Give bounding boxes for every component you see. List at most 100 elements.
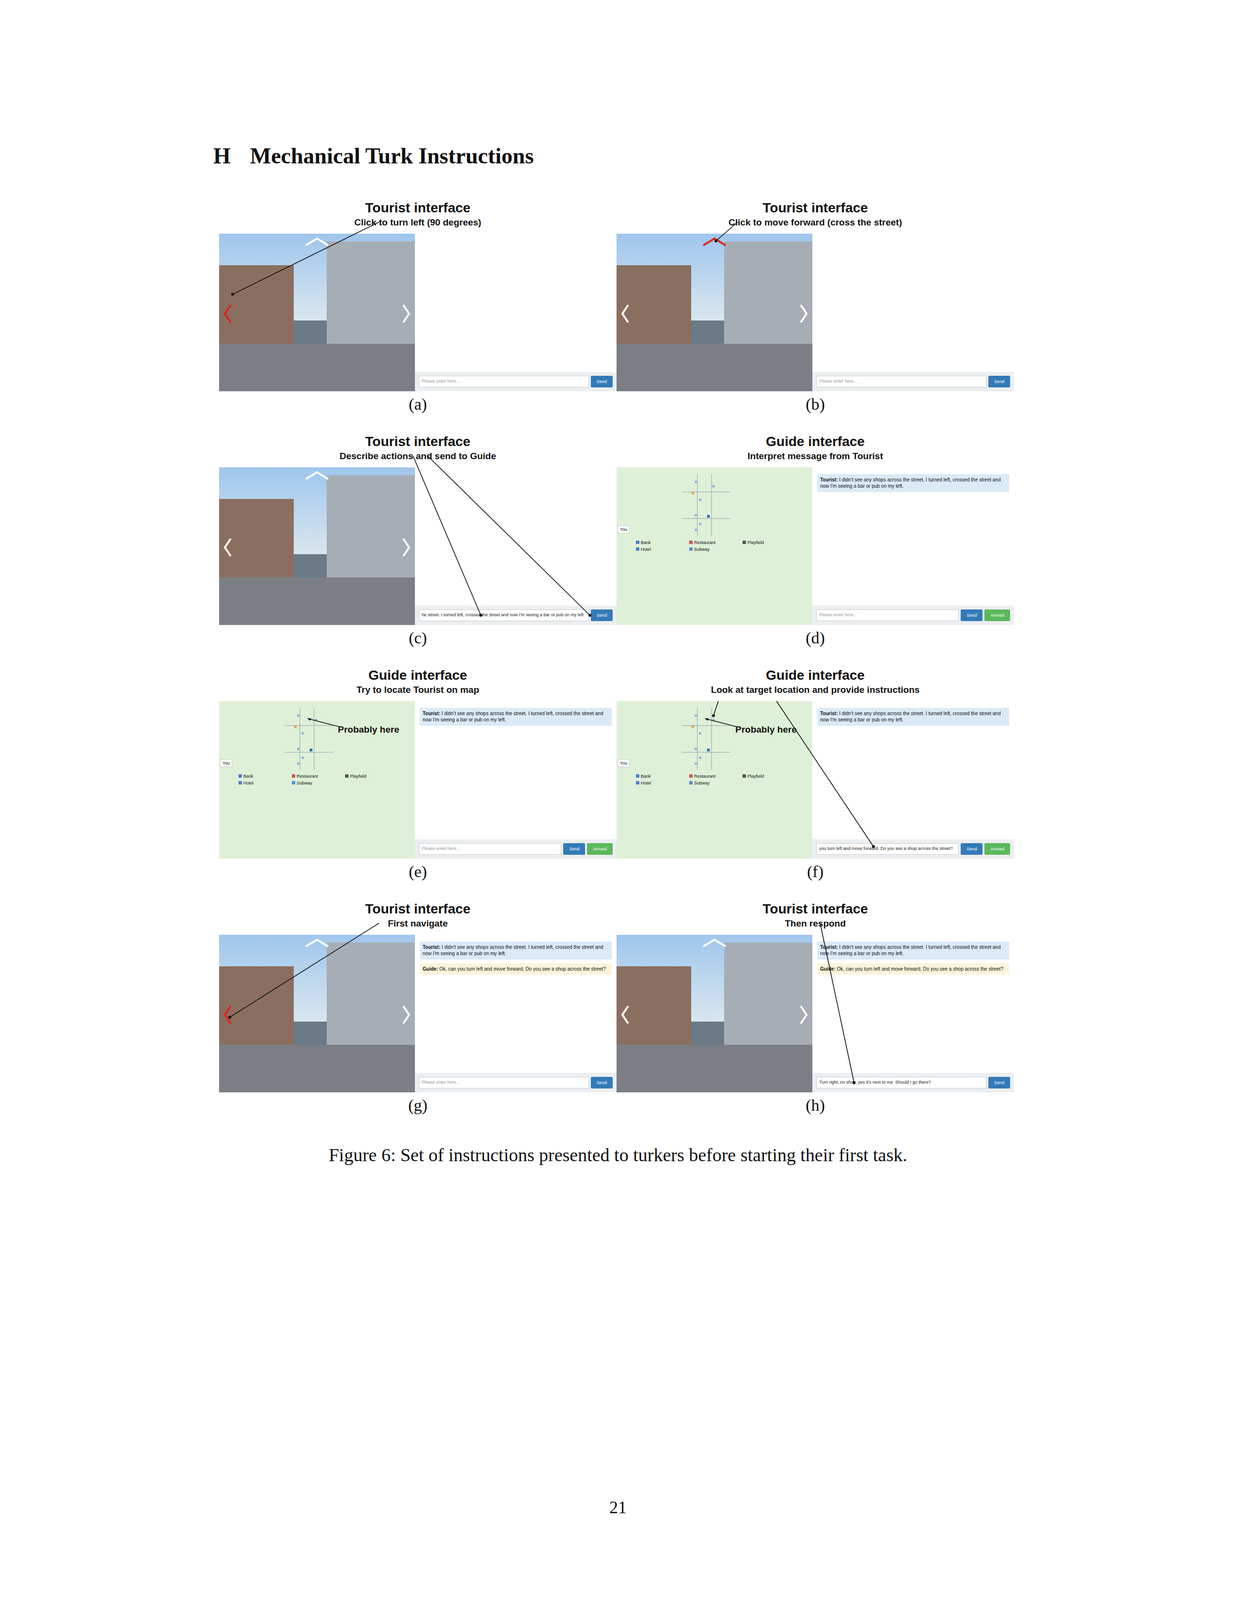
- chat-button[interactable]: Send: [988, 375, 1011, 388]
- street-map[interactable]: [679, 471, 733, 539]
- interface-screenshot: YouBankRestaurantPlayfieldHotelSubwayTou…: [616, 467, 1015, 625]
- figure-panel: Tourist interfaceClick to move forward (…: [616, 194, 1015, 429]
- input-bar: Please enter here...SendArrived: [812, 605, 1015, 625]
- page: HMechanical Turk InstructionsTourist int…: [0, 0, 1236, 1600]
- annotation: Tourist interfaceClick to move forward (…: [728, 194, 903, 234]
- legend-item: Subway: [291, 780, 341, 786]
- chat-button[interactable]: Arrived: [984, 609, 1011, 621]
- annotation-instruction: Click to turn left (90 degrees): [354, 216, 482, 229]
- street-map[interactable]: [679, 704, 733, 773]
- input-bar: he street. I turned left, crossed the st…: [414, 605, 617, 625]
- annotation-arrow-icon: [303, 715, 341, 730]
- chat-message: Tourist: I didn't see any shops across t…: [817, 474, 1010, 492]
- annotation-title: Tourist interface: [364, 900, 471, 918]
- street-view-photo: [219, 467, 415, 625]
- pointer-arrow-icon: [616, 194, 1015, 429]
- chat-button[interactable]: Send: [988, 1076, 1011, 1089]
- pointer-arrow-icon: [616, 895, 1015, 1130]
- figure-panel: Guide interfaceInterpret message from To…: [616, 428, 1015, 663]
- street-view-photo: [616, 934, 813, 1093]
- input-bar: Turn right, no shop, yes it's next to me…: [812, 1072, 1015, 1093]
- turn-right-icon[interactable]: [401, 1004, 412, 1025]
- figure: Tourist interfaceClick to turn left (90 …: [219, 194, 1015, 1130]
- annotation-title: Tourist interface: [728, 199, 903, 217]
- move-forward-icon[interactable]: [702, 937, 727, 948]
- message-list: Tourist: I didn't see any shops across t…: [812, 700, 1015, 726]
- annotation: Tourist interfaceThen respond: [762, 895, 868, 935]
- message-input[interactable]: Please enter here...: [418, 842, 562, 855]
- message-input[interactable]: you turn left and move forward. Do you s…: [816, 842, 959, 855]
- page-number: 21: [0, 1496, 1236, 1518]
- annotation-instruction: Look at target location and provide inst…: [711, 683, 920, 697]
- legend-item: Hotel: [635, 546, 685, 552]
- annotation: Tourist interfaceClick to turn left (90 …: [354, 194, 482, 234]
- figure-caption: Figure 6: Set of instructions presented …: [0, 1143, 1236, 1166]
- legend-item: Playfield: [742, 773, 792, 779]
- street-map[interactable]: [282, 704, 336, 773]
- chat-panel: Tourist: I didn't see any shops across t…: [414, 934, 617, 1093]
- message-input[interactable]: Please enter here...: [418, 375, 589, 388]
- chat-message: Tourist: I didn't see any shops across t…: [817, 707, 1010, 726]
- chat-button[interactable]: Send: [960, 842, 983, 855]
- message-input[interactable]: Turn right, no shop, yes it's next to me…: [816, 1076, 987, 1089]
- turn-left-icon[interactable]: [222, 303, 233, 324]
- annotation: Tourist interfaceFirst navigate: [364, 895, 471, 935]
- chat-button[interactable]: Send: [590, 1076, 613, 1089]
- message-list: [414, 467, 617, 475]
- annotation-title: Tourist interface: [354, 199, 482, 217]
- move-forward-icon[interactable]: [304, 470, 330, 480]
- turn-right-icon[interactable]: [401, 303, 412, 324]
- turn-left-icon[interactable]: [620, 303, 631, 324]
- annotation: Tourist interfaceDescribe actions and se…: [339, 428, 496, 468]
- chat-panel: Tourist: I didn't see any shops across t…: [414, 700, 617, 859]
- message-input[interactable]: he street. I turned left, crossed the st…: [418, 609, 589, 621]
- interface-screenshot: YouProbably hereBankRestaurantPlayfieldH…: [616, 700, 1015, 859]
- street-view-photo: [219, 934, 415, 1093]
- move-forward-icon[interactable]: [304, 937, 330, 948]
- chat-message: Guide: Ok, can you turn left and move fo…: [817, 963, 1010, 975]
- chat-button[interactable]: Send: [590, 609, 613, 621]
- subfigure-label: (b): [805, 391, 825, 413]
- chat-button[interactable]: Arrived: [984, 842, 1011, 855]
- annotation-title: Tourist interface: [339, 433, 496, 450]
- annotation-title: Guide interface: [747, 433, 883, 450]
- turn-left-icon[interactable]: [222, 1004, 233, 1025]
- figure-panel: Tourist interfaceClick to turn left (90 …: [219, 194, 617, 429]
- turn-right-icon[interactable]: [798, 1004, 809, 1025]
- legend-item: Bank: [635, 773, 685, 779]
- annotation: Guide interfaceInterpret message from To…: [747, 428, 883, 468]
- turn-left-icon[interactable]: [620, 1004, 631, 1025]
- message-list: [812, 233, 1015, 241]
- turn-right-icon[interactable]: [401, 537, 412, 557]
- map-view: YouBankRestaurantPlayfieldHotelSubway: [616, 467, 813, 625]
- message-list: Tourist: I didn't see any shops across t…: [414, 934, 617, 975]
- legend-item: Playfield: [742, 539, 792, 545]
- chat-message: Tourist: I didn't see any shops across t…: [419, 941, 612, 960]
- chat-button[interactable]: Arrived: [586, 842, 613, 855]
- figure-panel: Tourist interfaceFirst navigate Tourist: …: [219, 895, 617, 1130]
- pointer-arrow-icon: [616, 662, 1015, 896]
- message-input[interactable]: Please enter here...: [418, 1076, 589, 1089]
- figure-panel: Guide interfaceLook at target location a…: [616, 662, 1015, 896]
- section-title: Mechanical Turk Instructions: [250, 141, 534, 171]
- move-forward-icon[interactable]: [702, 236, 727, 247]
- chat-button[interactable]: Send: [960, 609, 983, 621]
- interface-screenshot: YouProbably hereBankRestaurantPlayfieldH…: [219, 700, 617, 859]
- chat-button[interactable]: Send: [590, 375, 613, 388]
- turn-right-icon[interactable]: [798, 303, 809, 324]
- legend-item: Playfield: [345, 773, 394, 779]
- annotation-instruction: First navigate: [364, 917, 471, 930]
- subfigure-label: (f): [807, 858, 824, 880]
- legend-item: Hotel: [238, 780, 287, 786]
- annotation-instruction: Interpret message from Tourist: [747, 449, 883, 463]
- legend-item: Subway: [689, 780, 738, 786]
- pointer-arrow-icon: [219, 662, 617, 896]
- map-legend: BankRestaurantPlayfieldHotelSubway: [635, 773, 792, 786]
- chat-button[interactable]: Send: [563, 842, 586, 855]
- message-input[interactable]: Please enter here...: [816, 375, 987, 388]
- move-forward-icon[interactable]: [304, 236, 330, 247]
- figure-panel: Tourist interfaceDescribe actions and se…: [219, 428, 617, 663]
- turn-left-icon[interactable]: [222, 537, 233, 557]
- message-input[interactable]: Please enter here...: [816, 609, 959, 621]
- map-annotation: Probably here: [735, 724, 797, 735]
